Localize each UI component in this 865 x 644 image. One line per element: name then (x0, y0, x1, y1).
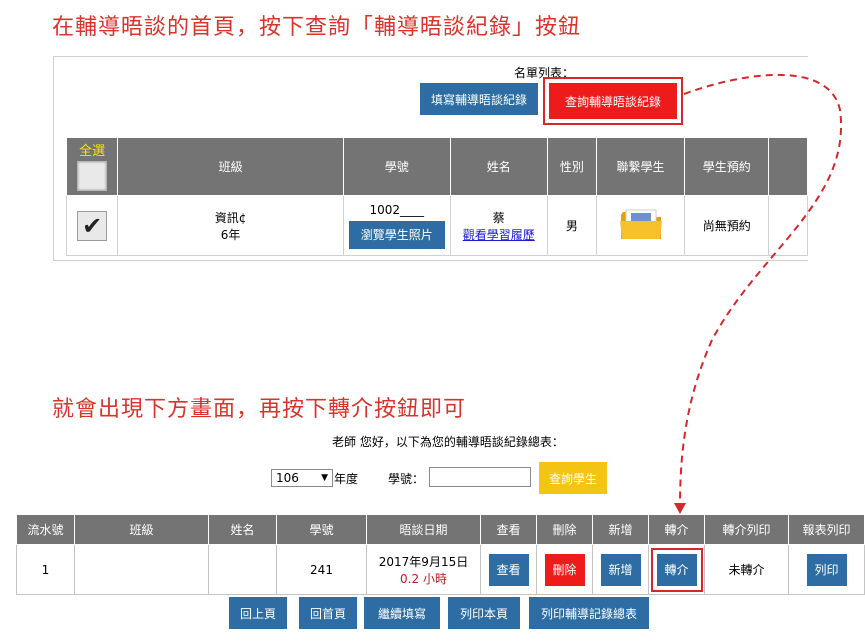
instruction-step2: 就會出現下方畫面，再按下轉介按鈕即可 (52, 397, 467, 422)
table-row: ✔ 資訊¢ 6年 1002____ 瀏覽學生照片 蔡 觀看學習履歷 男 尚無預約 (65, 195, 808, 256)
checkmark-icon: ✔ (82, 211, 103, 240)
delete-cell: 刪除 (536, 544, 593, 595)
col-student-id: 學號 (342, 137, 451, 196)
back-button[interactable]: 回上頁 (229, 597, 287, 629)
col-report-print: 報表列印 (788, 514, 865, 545)
delete-button[interactable]: 刪除 (544, 553, 585, 586)
table-row: 1 241 2017年9月15日 0.2 小時 查看 刪除 新增 轉介 未轉介 … (16, 544, 865, 595)
query-record-button[interactable]: 查詢輔導晤談紀錄 (549, 83, 677, 119)
extra-cell (768, 195, 808, 256)
transfer-print-cell: 未轉介 (704, 544, 789, 595)
col-date: 晤談日期 (366, 514, 481, 545)
col-class: 班級 (74, 514, 209, 545)
col-name: 姓名 (449, 137, 548, 196)
folder-icon[interactable] (619, 207, 663, 241)
interview-date: 2017年9月15日 (378, 554, 469, 569)
reservation-cell: 尚無預約 (684, 195, 770, 256)
col-serial: 流水號 (16, 514, 75, 545)
interview-hours: 0.2 小時 (400, 571, 447, 586)
row-select-cell: ✔ (65, 195, 119, 256)
view-button[interactable]: 查看 (488, 553, 529, 586)
fill-record-button[interactable]: 填寫輔導晤談紀錄 (420, 83, 538, 115)
dropdown-arrow-icon: ▼ (321, 473, 328, 483)
class-name: 資訊¢ (214, 210, 247, 225)
print-cell: 列印 (788, 544, 865, 595)
student-list-table: 全選 班級 學號 姓名 性別 聯繫學生 學生預約 ✔ 資訊¢ 6年 1002__… (65, 137, 808, 256)
home-button[interactable]: 回首頁 (299, 597, 357, 629)
learning-history-link[interactable]: 觀看學習履歷 (463, 228, 535, 242)
student-name: 蔡 (492, 210, 505, 225)
col-extra (768, 137, 808, 196)
name-cell: 蔡 觀看學習履歷 (449, 195, 548, 256)
teacher-greeting: 老師 您好，以下為您的輔導晤談紀錄總表： (332, 435, 564, 449)
name-cell (208, 544, 277, 595)
transfer-highlight: 轉介 (650, 547, 703, 592)
print-summary-button[interactable]: 列印輔導記錄總表 (529, 597, 649, 629)
col-add: 新增 (592, 514, 649, 545)
col-transfer-print: 轉介列印 (704, 514, 789, 545)
row-checkbox[interactable]: ✔ (77, 210, 108, 241)
year-select[interactable]: 106 ▼ (271, 469, 333, 487)
class-grade: 6年 (220, 227, 241, 242)
col-contact: 聯繫學生 (595, 137, 686, 196)
transfer-cell: 轉介 (648, 544, 705, 595)
year-value: 106 (276, 471, 299, 485)
col-transfer: 轉介 (648, 514, 705, 545)
view-cell: 查看 (480, 544, 537, 595)
date-cell: 2017年9月15日 0.2 小時 (366, 544, 481, 595)
query-button-highlight: 查詢輔導晤談紀錄 (543, 77, 683, 125)
continue-button[interactable]: 繼續填寫 (364, 597, 440, 629)
col-class: 班級 (117, 137, 344, 196)
select-all-label: 全選 (79, 143, 106, 159)
view-photo-button[interactable]: 瀏覽學生照片 (348, 220, 445, 249)
print-page-button[interactable]: 列印本頁 (448, 597, 520, 629)
add-cell: 新增 (592, 544, 649, 595)
student-id-label: 學號： (388, 472, 425, 486)
student-id-cell: 241 (276, 544, 367, 595)
col-view: 查看 (480, 514, 537, 545)
records-header: 流水號 班級 姓名 學號 晤談日期 查看 刪除 新增 轉介 轉介列印 報表列印 (16, 514, 865, 545)
transfer-button[interactable]: 轉介 (656, 553, 697, 586)
col-reservation: 學生預約 (684, 137, 770, 196)
records-table: 流水號 班級 姓名 學號 晤談日期 查看 刪除 新增 轉介 轉介列印 報表列印 … (16, 514, 865, 595)
col-gender: 性別 (546, 137, 597, 196)
student-id-input[interactable] (429, 467, 531, 487)
select-all-checkbox[interactable] (77, 160, 108, 191)
serial-cell: 1 (16, 544, 75, 595)
instruction-step1: 在輔導晤談的首頁，按下查詢「輔導晤談紀錄」按鈕 (52, 15, 582, 40)
col-delete: 刪除 (536, 514, 593, 545)
gender-cell: 男 (546, 195, 597, 256)
contact-cell (595, 195, 686, 256)
student-list-header: 全選 班級 學號 姓名 性別 聯繫學生 學生預約 (65, 137, 808, 196)
year-label: 年度 (334, 472, 359, 486)
query-student-button[interactable]: 查詢學生 (539, 462, 607, 494)
print-button[interactable]: 列印 (806, 553, 847, 586)
select-all-header[interactable]: 全選 (65, 137, 119, 196)
col-student-id: 學號 (276, 514, 367, 545)
class-cell (74, 544, 209, 595)
class-cell: 資訊¢ 6年 (117, 195, 344, 256)
student-id: 1002____ (369, 202, 424, 217)
col-name: 姓名 (208, 514, 277, 545)
student-id-cell: 1002____ 瀏覽學生照片 (342, 195, 451, 256)
list-panel: 名單列表： 填寫輔導晤談紀錄 查詢輔導晤談紀錄 全選 班級 學號 姓名 性別 聯… (53, 56, 808, 261)
add-button[interactable]: 新增 (600, 553, 641, 586)
